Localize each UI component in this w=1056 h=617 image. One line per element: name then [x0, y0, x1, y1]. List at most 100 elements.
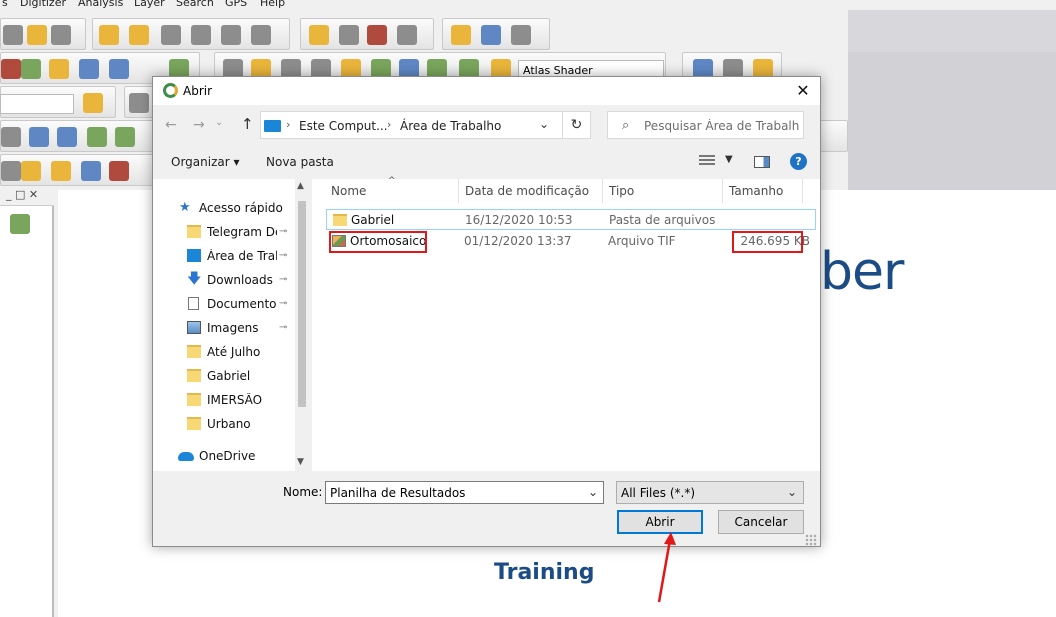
window-icon[interactable]	[51, 25, 71, 45]
panel-window-controls[interactable]: _ □ ✕	[6, 188, 38, 201]
line-tool-icon[interactable]	[29, 127, 49, 147]
menu-item-gps[interactable]: GPS	[225, 0, 247, 9]
nav-item-imersao[interactable]: IMERSÃO	[153, 389, 295, 411]
properties-icon[interactable]	[397, 25, 417, 45]
pencil-icon[interactable]	[309, 25, 329, 45]
column-divider[interactable]	[802, 179, 803, 203]
reshape-icon[interactable]	[115, 127, 135, 147]
zoom-in-icon[interactable]	[161, 25, 181, 45]
forward-arrow-icon[interactable]: →	[193, 117, 205, 133]
water-icon[interactable]	[81, 161, 101, 181]
column-type[interactable]: Tipo	[609, 184, 634, 198]
toolbar-group-navigation	[92, 18, 290, 50]
nav-item-urbano[interactable]: Urbano	[153, 413, 295, 435]
nav-item-documents[interactable]: Documentos ⊸	[153, 293, 295, 315]
chevron-down-icon[interactable]: ⌄	[539, 117, 549, 131]
breadcrumb-desktop[interactable]: Área de Trabalho	[400, 119, 501, 133]
menu-item-layer[interactable]: Layer	[134, 0, 165, 9]
dialog-titlebar[interactable]: Abrir ✕	[153, 77, 820, 105]
breadcrumb-this-pc[interactable]: Este Comput...	[299, 119, 388, 133]
filename-input[interactable]: Planilha de Resultados ⌄	[325, 481, 604, 504]
zoom-select-icon[interactable]	[99, 25, 119, 45]
home-icon[interactable]	[251, 25, 271, 45]
palm-icon[interactable]	[51, 161, 71, 181]
command-bar: Organizar ▾ Nova pasta ▼ ?	[153, 149, 820, 175]
layers-icon[interactable]	[27, 25, 47, 45]
column-divider[interactable]	[458, 179, 459, 203]
nav-item-quick-access[interactable]: ★ Acesso rápido	[153, 197, 295, 219]
help-icon[interactable]: ?	[790, 153, 807, 170]
menu-item-fragment[interactable]: s	[2, 0, 8, 9]
select-rect-icon[interactable]	[339, 25, 359, 45]
nav-item-label: Imagens	[207, 321, 259, 335]
sun-icon[interactable]	[49, 59, 69, 79]
up-arrow-icon[interactable]: ↑	[241, 115, 254, 133]
map-icon[interactable]	[79, 59, 99, 79]
mountain-icon[interactable]	[21, 59, 41, 79]
file-type-filter-select[interactable]: All Files (*.*) ⌄	[616, 481, 804, 504]
search-box[interactable]: ⌕	[607, 111, 804, 139]
scale-select[interactable]	[0, 94, 74, 114]
chevron-down-icon[interactable]: ⌄	[588, 485, 598, 499]
breadcrumb-separator-icon[interactable]: ›	[387, 118, 391, 131]
menu-item-help[interactable]: Help	[260, 0, 285, 9]
menu-item-analysis[interactable]: Analysis	[78, 0, 123, 9]
star-icon[interactable]	[83, 93, 103, 113]
edit-tool-icon[interactable]	[3, 25, 23, 45]
back-arrow-icon[interactable]: ←	[165, 117, 177, 133]
star-icon: ★	[179, 200, 191, 215]
close-button[interactable]: ✕	[789, 79, 817, 103]
nav-item-downloads[interactable]: 🡇 Downloads ⊸	[153, 269, 295, 291]
refresh-button[interactable]: ↻	[563, 111, 591, 139]
zoom-out-icon[interactable]	[191, 25, 211, 45]
view-options-chevron-icon[interactable]: ▼	[725, 154, 733, 165]
scroll-down-icon[interactable]: ▼	[297, 457, 304, 467]
info-icon[interactable]	[481, 25, 501, 45]
nav-scrollbar[interactable]: ▲ ▼	[295, 179, 309, 471]
pan-hand-icon[interactable]	[129, 25, 149, 45]
node-tool-icon[interactable]	[87, 127, 107, 147]
terrain-icon[interactable]	[1, 59, 21, 79]
view-details-icon[interactable]	[699, 155, 715, 167]
column-divider[interactable]	[722, 179, 723, 203]
menu-item-digitizer[interactable]: Digitizer	[20, 0, 66, 9]
plane-icon[interactable]	[109, 59, 129, 79]
tool-icon[interactable]	[511, 25, 531, 45]
recent-locations-chevron-icon[interactable]: ⌄	[215, 117, 223, 128]
layer-visibility-icon[interactable]	[10, 214, 30, 234]
scrollbar-thumb[interactable]	[298, 201, 306, 407]
resize-grip-icon[interactable]	[805, 534, 817, 546]
nav-item-gabriel[interactable]: Gabriel	[153, 365, 295, 387]
delete-icon[interactable]	[367, 25, 387, 45]
nav-item-ate-julho[interactable]: Até Julho	[153, 341, 295, 363]
preview-pane-icon[interactable]	[754, 156, 770, 168]
menu-item-search[interactable]: Search	[176, 0, 214, 9]
folder-icon	[187, 393, 201, 406]
nav-item-pictures[interactable]: Imagens ⊸	[153, 317, 295, 339]
back-arrow-icon[interactable]	[221, 25, 241, 45]
address-bar[interactable]: › Este Comput... › Área de Trabalho ⌄	[260, 111, 563, 139]
nav-item-onedrive[interactable]: OneDrive	[153, 445, 295, 467]
nav-item-telegram[interactable]: Telegram Des ⊸	[153, 221, 295, 243]
column-modified[interactable]: Data de modificação	[465, 184, 589, 198]
vertex-icon[interactable]	[1, 127, 21, 147]
points-icon[interactable]	[109, 161, 129, 181]
pole-icon[interactable]	[21, 161, 41, 181]
measure-icon[interactable]	[451, 25, 471, 45]
column-divider[interactable]	[602, 179, 603, 203]
scroll-up-icon[interactable]: ▲	[297, 181, 304, 191]
organize-button[interactable]: Organizar ▾	[171, 155, 240, 169]
nav-item-label: Urbano	[207, 417, 251, 431]
grid-tool-icon[interactable]	[1, 161, 21, 181]
nav-item-desktop[interactable]: Área de Traba ⊸	[153, 245, 295, 267]
file-row-gabriel[interactable]: Gabriel 16/12/2020 10:53 Pasta de arquiv…	[326, 209, 816, 230]
search-input[interactable]	[644, 117, 799, 135]
new-folder-button[interactable]: Nova pasta	[266, 155, 334, 169]
arrow-tool-icon[interactable]	[129, 93, 149, 113]
column-name[interactable]: Nome	[331, 184, 366, 198]
split-tool-icon[interactable]	[57, 127, 77, 147]
cancel-button[interactable]: Cancelar	[718, 510, 804, 534]
breadcrumb-separator-icon[interactable]: ›	[286, 118, 290, 131]
column-size[interactable]: Tamanho	[729, 184, 783, 198]
chevron-down-icon[interactable]: ⌄	[787, 485, 797, 499]
